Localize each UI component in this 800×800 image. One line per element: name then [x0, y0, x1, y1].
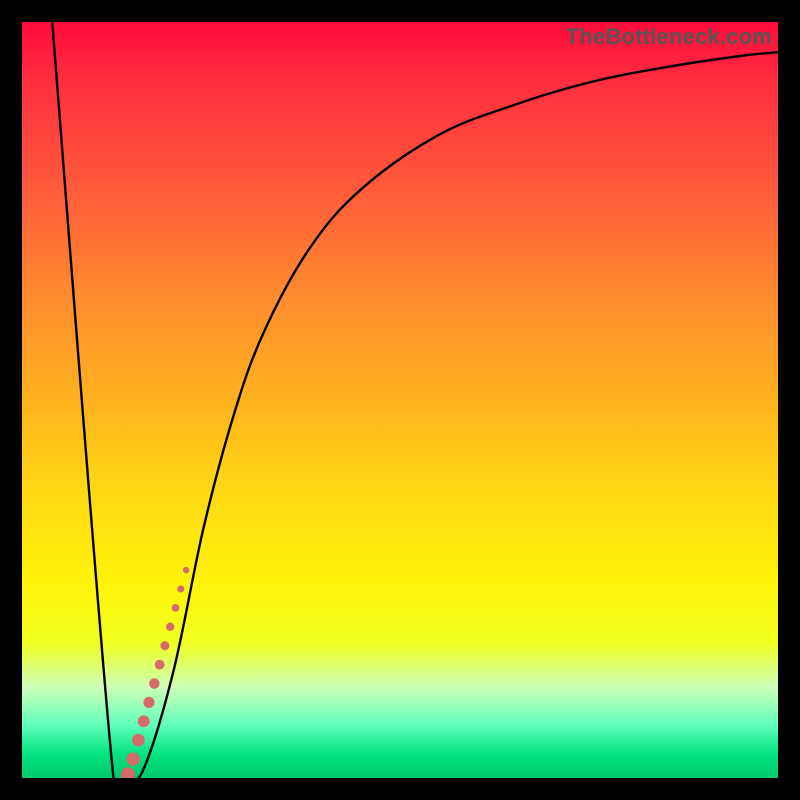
data-dot — [126, 752, 139, 765]
data-dot — [155, 660, 165, 670]
data-dot — [177, 586, 184, 593]
data-dot — [166, 623, 174, 631]
plot-area: TheBottleneck.com — [22, 22, 778, 778]
data-dot — [183, 567, 189, 573]
data-dot — [143, 697, 154, 708]
data-dot — [172, 604, 180, 612]
data-dot — [138, 715, 150, 727]
chart-frame: TheBottleneck.com — [0, 0, 800, 800]
data-dot — [132, 734, 145, 747]
curve-layer — [22, 22, 778, 778]
data-dot — [160, 641, 169, 650]
data-dot — [121, 767, 135, 778]
data-dot — [149, 678, 160, 689]
dot-group — [121, 567, 190, 778]
